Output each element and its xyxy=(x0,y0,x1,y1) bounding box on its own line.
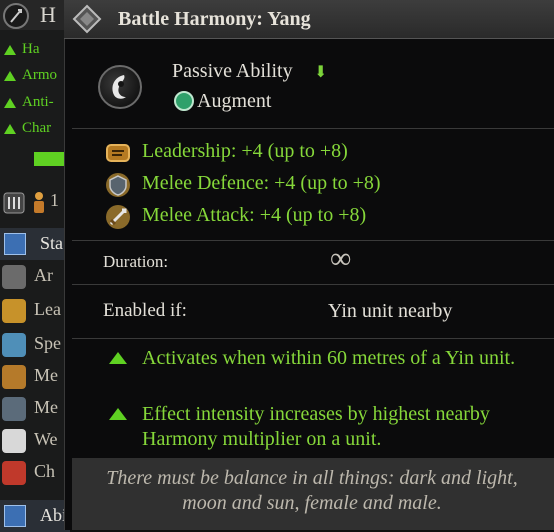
divider xyxy=(72,338,554,339)
unit-count-row: 1 xyxy=(0,188,64,218)
soldier-icon xyxy=(34,192,44,213)
leadership-icon xyxy=(106,144,130,162)
expand-icon xyxy=(4,505,26,527)
charge-icon xyxy=(2,461,26,485)
melee-defence-icon xyxy=(106,173,130,197)
divider xyxy=(72,240,554,241)
stat-row-charge[interactable]: Ch xyxy=(0,458,70,488)
positive-arrow-icon xyxy=(4,44,16,55)
enabled-if-label: Enabled if: xyxy=(103,300,187,321)
stat-row-melee-attack[interactable]: Me xyxy=(0,362,70,392)
unit-attribute-armour: Armo xyxy=(0,67,57,84)
melee-defence-icon xyxy=(2,397,26,421)
melee-attack-icon xyxy=(2,365,26,389)
positive-arrow-icon xyxy=(4,97,16,108)
weapon-strength-icon xyxy=(2,429,26,453)
stat-row-speed[interactable]: Spe xyxy=(0,330,70,360)
yang-icon xyxy=(98,65,142,109)
stats-section-header[interactable]: Sta xyxy=(0,228,70,260)
abilities-section-header[interactable]: Abi xyxy=(0,500,70,532)
ability-type: Passive Ability xyxy=(172,60,293,82)
health-bar xyxy=(34,152,64,166)
collapse-icon xyxy=(4,233,26,255)
positive-arrow-icon xyxy=(109,352,127,364)
unit-attribute-harmony: Ha xyxy=(0,41,40,58)
augment-icon xyxy=(174,91,194,111)
augment-label: Augment xyxy=(197,90,272,112)
unit-name: H xyxy=(40,2,56,27)
speed-icon xyxy=(2,333,26,357)
stat-row-weapon-strength[interactable]: We xyxy=(0,426,70,456)
passive-indicator-icon: ⬇ xyxy=(314,64,328,81)
unit-attribute-anti: Anti- xyxy=(0,94,54,111)
infinity-icon: ∞ xyxy=(330,242,352,275)
positive-arrow-icon xyxy=(4,70,16,81)
regiment-icon xyxy=(3,192,25,214)
stat-row-melee-defence[interactable]: Me xyxy=(0,394,70,424)
duration-label: Duration: xyxy=(103,252,169,271)
positive-arrow-icon xyxy=(109,408,127,420)
melee-attack-icon xyxy=(106,205,130,229)
stat-row-armour[interactable]: Ar xyxy=(0,262,70,292)
enabled-if-value: Yin unit nearby xyxy=(328,300,453,322)
flavor-text: There must be balance in all things: dar… xyxy=(106,467,518,514)
divider xyxy=(72,284,554,285)
armour-icon xyxy=(2,265,26,289)
note-item: Effect intensity increases by highest ne… xyxy=(109,402,549,452)
unit-attribute-charge: Char xyxy=(0,120,51,137)
positive-arrow-icon xyxy=(4,123,16,134)
stat-row-leadership[interactable]: Lea xyxy=(0,296,70,326)
leadership-icon xyxy=(2,299,26,323)
divider xyxy=(72,128,554,129)
note-item: Activates when within 60 metres of a Yin… xyxy=(109,346,549,396)
unit-icon xyxy=(3,3,29,29)
ability-title: Battle Harmony: Yang xyxy=(118,8,311,30)
diamond-icon xyxy=(72,4,102,34)
